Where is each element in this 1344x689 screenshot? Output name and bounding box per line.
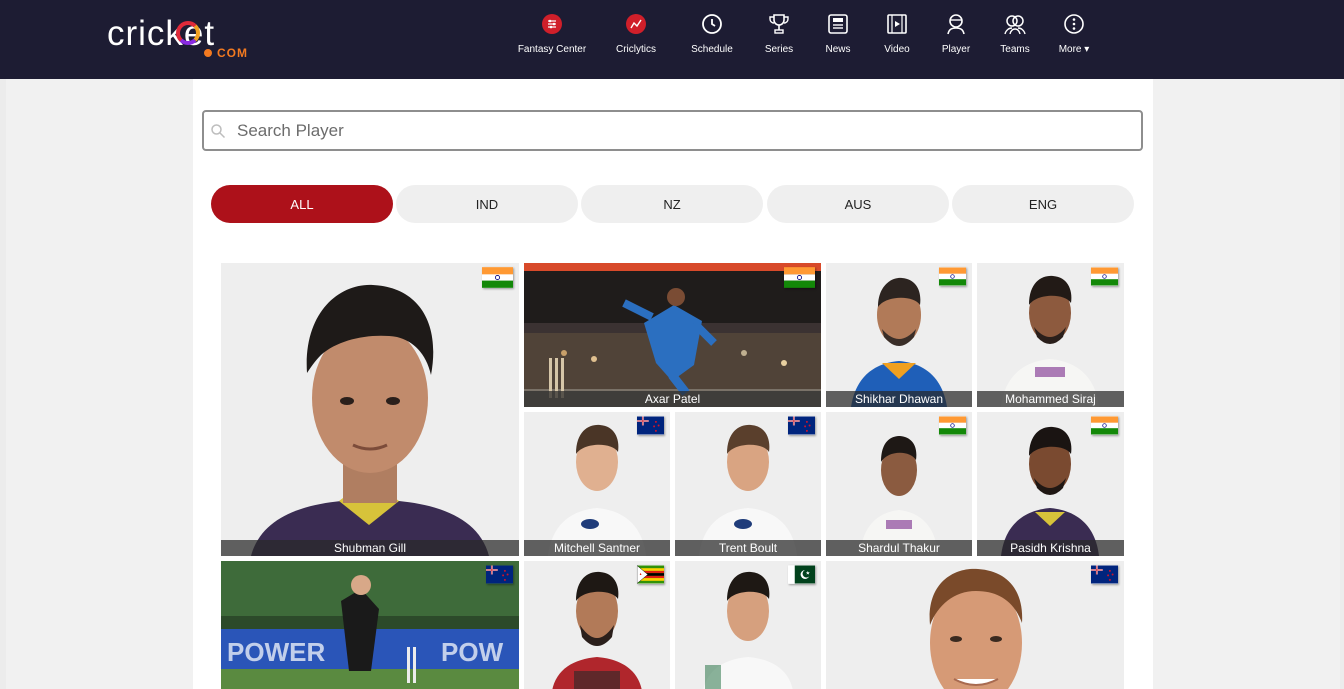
flag-new-zealand-icon xyxy=(1091,565,1118,584)
more-icon xyxy=(1064,14,1084,34)
player-photo xyxy=(221,263,519,556)
flag-new-zealand-icon xyxy=(637,416,664,435)
nav-label: Criclytics xyxy=(616,44,656,55)
nav-schedule[interactable]: Schedule xyxy=(674,12,750,64)
logo-ring-icon xyxy=(176,21,200,45)
fantasy-center-icon xyxy=(542,14,562,34)
flag-india-icon xyxy=(939,416,966,435)
player-name: Pasidh Krishna xyxy=(977,540,1124,556)
player-name: Shubman Gill xyxy=(221,540,519,556)
svg-text:POWER: POWER xyxy=(227,637,325,667)
nav-label: Fantasy Center xyxy=(517,44,587,55)
flag-pakistan-icon xyxy=(788,565,815,584)
right-gutter xyxy=(1153,79,1340,689)
player-name: Shikhar Dhawan xyxy=(826,391,972,407)
flag-zimbabwe-icon xyxy=(636,565,664,584)
player-card-mohammed-siraj[interactable]: Mohammed Siraj xyxy=(977,263,1124,407)
flag-new-zealand-icon xyxy=(486,565,513,584)
search-box[interactable] xyxy=(202,110,1143,151)
player-name: Mohammed Siraj xyxy=(977,391,1124,407)
player-list-panel: ALL IND NZ AUS ENG Shubman Gill xyxy=(193,79,1153,689)
flag-new-zealand-icon xyxy=(788,416,815,435)
player-icon xyxy=(947,14,965,35)
nav-more[interactable]: More ▾ xyxy=(1036,12,1112,64)
player-card-shardul-thakur[interactable]: Shardul Thakur xyxy=(826,412,972,556)
teams-icon xyxy=(1004,15,1026,35)
player-photo xyxy=(826,561,1124,689)
nav-label: More ▾ xyxy=(1058,44,1090,55)
player-card-nz-player[interactable] xyxy=(826,561,1124,689)
player-name: Shardul Thakur xyxy=(826,540,972,556)
filter-nz[interactable]: NZ xyxy=(581,185,763,223)
trophy-icon xyxy=(769,14,789,34)
filter-ind[interactable]: IND xyxy=(396,185,578,223)
filter-all[interactable]: ALL xyxy=(211,185,393,223)
player-card-nz-batsman[interactable]: POWER POW xyxy=(221,561,519,689)
filter-aus[interactable]: AUS xyxy=(767,185,949,223)
player-name: Trent Boult xyxy=(675,540,821,556)
nav-label: Schedule xyxy=(691,44,733,55)
left-gutter xyxy=(6,79,193,689)
player-card-axar-patel[interactable]: Axar Patel xyxy=(524,263,821,407)
player-photo xyxy=(524,263,821,407)
flag-india-icon xyxy=(784,267,815,288)
news-icon xyxy=(828,14,848,34)
cricket-com-logo[interactable]: cricket COM xyxy=(107,14,267,60)
filter-eng[interactable]: ENG xyxy=(952,185,1134,223)
player-name: Mitchell Santner xyxy=(524,540,670,556)
flag-india-icon xyxy=(1091,267,1118,286)
player-card-shubman-gill[interactable]: Shubman Gill xyxy=(221,263,519,556)
player-card-shikhar-dhawan[interactable]: Shikhar Dhawan xyxy=(826,263,972,407)
search-icon xyxy=(211,124,226,139)
flag-india-icon xyxy=(482,267,513,288)
flag-india-icon xyxy=(939,267,966,286)
player-card-zim-player[interactable] xyxy=(524,561,670,689)
nav-fantasy-center[interactable]: Fantasy Center xyxy=(514,12,590,64)
logo-sub-text: COM xyxy=(217,46,248,60)
player-name: Axar Patel xyxy=(524,391,821,407)
logo-dot-icon xyxy=(204,49,212,57)
player-card-mitchell-santner[interactable]: Mitchell Santner xyxy=(524,412,670,556)
player-photo: POWER POW xyxy=(221,561,519,689)
player-card-pasidh-krishna[interactable]: Pasidh Krishna xyxy=(977,412,1124,556)
video-icon xyxy=(887,14,907,34)
top-navigation-bar: cricket COM Fantasy Center Criclytics Sc… xyxy=(0,0,1344,79)
nav-criclytics[interactable]: Criclytics xyxy=(598,12,674,64)
player-card-trent-boult[interactable]: Trent Boult xyxy=(675,412,821,556)
criclytics-icon xyxy=(626,14,646,34)
svg-text:POW: POW xyxy=(441,637,504,667)
clock-icon xyxy=(702,14,722,34)
search-player-input[interactable] xyxy=(237,120,1117,142)
player-card-pak-player[interactable] xyxy=(675,561,821,689)
flag-india-icon xyxy=(1091,416,1118,435)
